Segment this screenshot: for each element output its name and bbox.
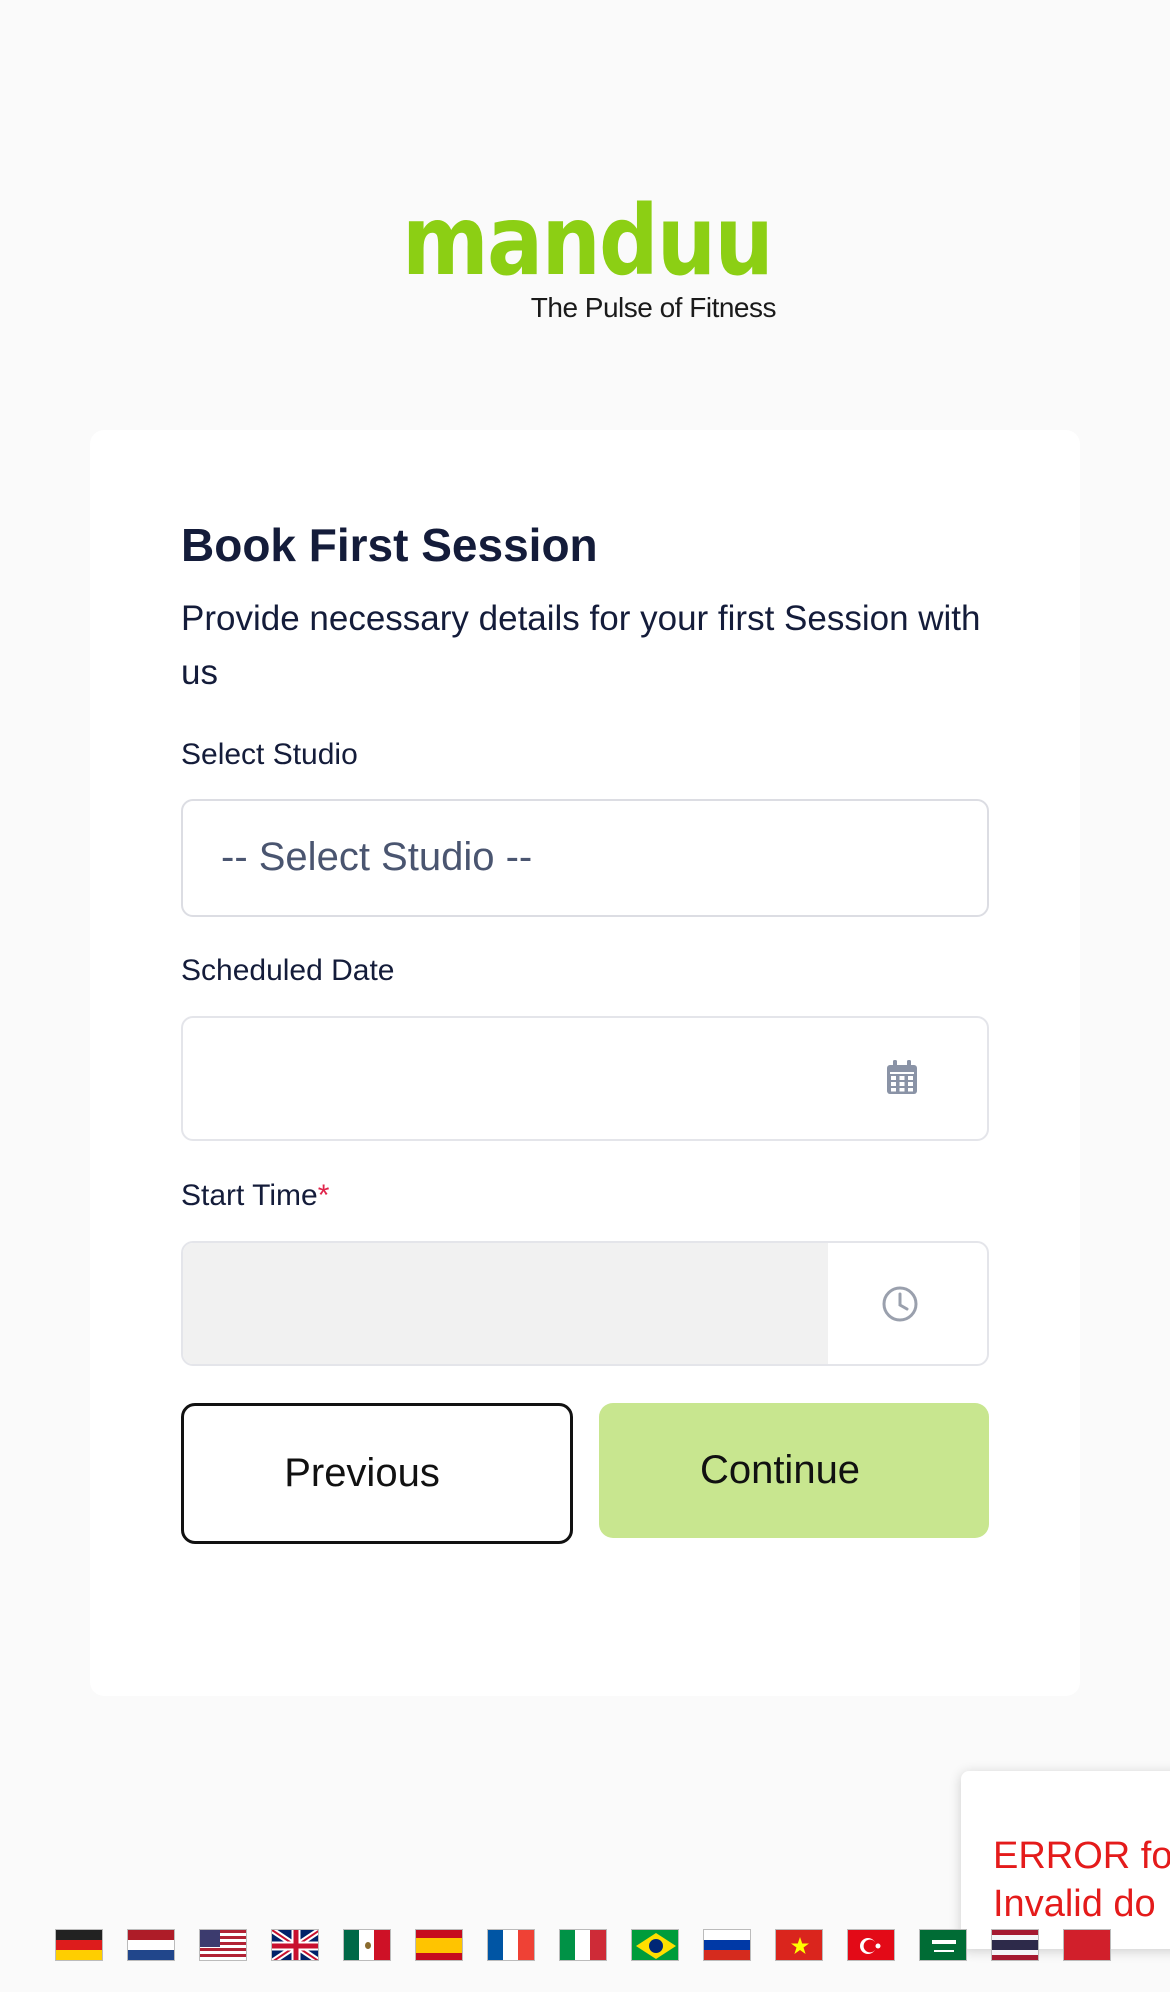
continue-button[interactable]: Continue xyxy=(599,1403,989,1538)
scheduled-date-label: Scheduled Date xyxy=(181,954,395,987)
booking-card: Book First Session Provide necessary det… xyxy=(90,430,1080,1696)
flag-mexico-icon[interactable] xyxy=(343,1929,391,1961)
flag-other-icon[interactable] xyxy=(1063,1929,1111,1961)
error-toast-title: ERROR fo xyxy=(993,1835,1170,1877)
page-title: Book First Session xyxy=(181,519,598,571)
logo-wordmark: manduu xyxy=(402,196,774,296)
flag-italy-icon[interactable] xyxy=(559,1929,607,1961)
flag-usa-icon[interactable] xyxy=(199,1929,247,1961)
clock-icon[interactable] xyxy=(881,1285,919,1323)
start-time-input[interactable] xyxy=(183,1243,828,1364)
previous-button[interactable]: Previous xyxy=(181,1403,573,1544)
flag-saudi-arabia-icon[interactable] xyxy=(919,1929,967,1961)
flag-netherlands-icon[interactable] xyxy=(127,1929,175,1961)
start-time-label-text: Start Time xyxy=(181,1179,318,1212)
flag-thailand-icon[interactable] xyxy=(991,1929,1039,1961)
flag-uk-icon[interactable] xyxy=(271,1929,319,1961)
flag-germany-icon[interactable] xyxy=(55,1929,103,1961)
start-time-field xyxy=(181,1241,989,1366)
brand-tagline: The Pulse of Fitness xyxy=(530,292,777,323)
start-time-label: Start Time* xyxy=(181,1179,329,1213)
flag-turkey-icon[interactable] xyxy=(847,1929,895,1961)
required-mark: * xyxy=(317,1179,330,1212)
flag-spain-icon[interactable] xyxy=(415,1929,463,1961)
error-toast: ERROR fo Invalid do xyxy=(961,1771,1170,1949)
flag-brazil-icon[interactable] xyxy=(631,1929,679,1961)
flag-russia-icon[interactable] xyxy=(703,1929,751,1961)
studio-select[interactable]: -- Select Studio -- xyxy=(181,799,989,917)
page-subtitle: Provide necessary details for your first… xyxy=(181,599,981,692)
error-toast-message: Invalid do xyxy=(993,1883,1156,1925)
scheduled-date-input[interactable] xyxy=(181,1016,989,1141)
flag-vietnam-icon[interactable] xyxy=(775,1929,823,1961)
studio-label: Select Studio xyxy=(181,738,358,771)
calendar-icon[interactable] xyxy=(885,1060,919,1096)
flag-france-icon[interactable] xyxy=(487,1929,535,1961)
studio-select-value: -- Select Studio -- xyxy=(221,835,533,879)
brand-logo: manduu The Pulse of Fitness xyxy=(398,196,777,330)
svg-text:manduu: manduu xyxy=(402,196,772,296)
